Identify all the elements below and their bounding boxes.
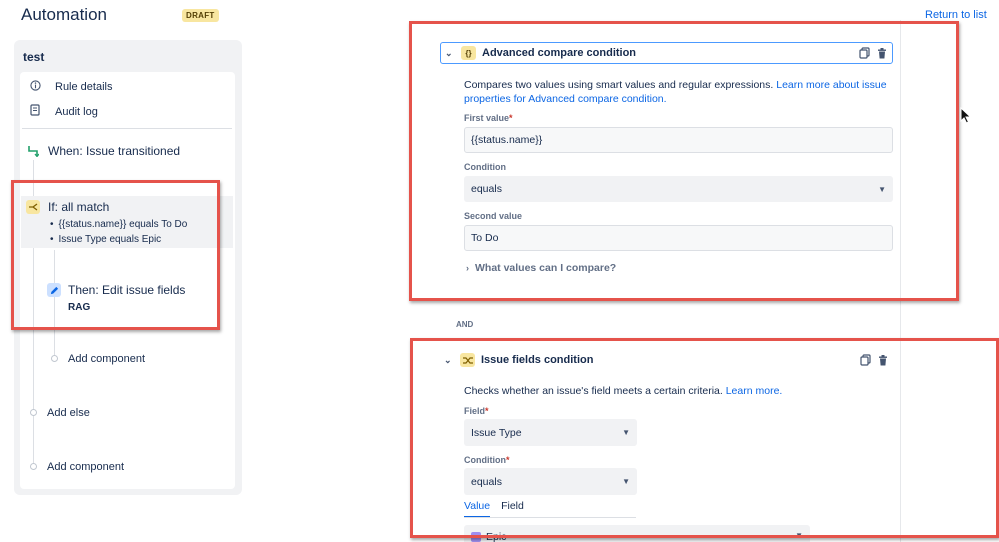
trigger-step[interactable]: When: Issue transitioned: [26, 144, 180, 158]
mouse-cursor-icon: [960, 106, 972, 127]
transition-icon: [26, 144, 40, 158]
connector-dot: [30, 409, 37, 416]
trigger-label: When: Issue transitioned: [48, 144, 181, 158]
add-else-button[interactable]: Add else: [47, 407, 90, 419]
document-icon: [28, 104, 42, 119]
info-icon: [28, 80, 42, 94]
rule-details-item[interactable]: Rule details: [28, 80, 112, 94]
add-component-inner-button[interactable]: Add component: [68, 353, 145, 365]
highlight-box: [11, 180, 220, 330]
audit-log-item[interactable]: Audit log: [28, 104, 98, 119]
status-badge: DRAFT: [182, 9, 219, 22]
menu-divider: [22, 128, 232, 129]
connector-dot: [30, 463, 37, 470]
return-to-list-link[interactable]: Return to list: [925, 9, 987, 21]
audit-log-label: Audit log: [55, 105, 98, 118]
highlight-box: [410, 338, 999, 538]
rule-name: test: [23, 50, 45, 64]
rule-details-label: Rule details: [55, 81, 113, 93]
and-label: AND: [456, 320, 474, 329]
add-component-button[interactable]: Add component: [47, 461, 124, 473]
page-title: Automation: [21, 5, 107, 24]
highlight-box: [409, 21, 959, 301]
connector-dot: [51, 355, 58, 362]
